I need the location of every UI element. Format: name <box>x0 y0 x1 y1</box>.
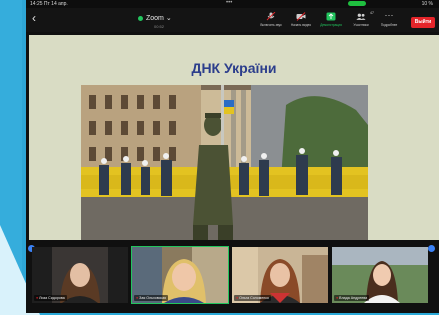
share-button[interactable]: Демонстрация <box>314 12 348 27</box>
mic-muted-icon: ● <box>236 296 239 300</box>
participants-label: Участники <box>353 23 369 27</box>
share-label: Демонстрация <box>320 23 342 27</box>
participant-tile[interactable]: ●Влада Андреева <box>332 247 428 303</box>
back-chevron-icon[interactable]: ‹ <box>32 11 36 25</box>
leave-button[interactable]: Выйти <box>411 17 435 28</box>
more-dots-icon: ··· <box>384 10 394 20</box>
mic-button[interactable]: Включить звук <box>254 12 288 27</box>
shared-screen: ДНК України <box>29 35 439 240</box>
participant-name: ●Влада Андреева <box>334 295 370 301</box>
meeting-title[interactable]: Zoom ⌄ <box>138 14 172 22</box>
participant-strip: ●Лиза Сидорова ●Зая Ольховская ●Ольга Со… <box>26 244 439 313</box>
recording-indicator <box>348 1 366 6</box>
participant-name: ●Лиза Сидорова <box>34 295 67 301</box>
participant-tile[interactable]: ●Лиза Сидорова <box>32 247 128 303</box>
secure-shield-icon <box>138 15 143 21</box>
meeting-toolbar: ‹ Zoom ⌄ 00:52 Включить звук Начать виде… <box>26 8 439 32</box>
participant-tile[interactable]: ●Зая Ольховская <box>131 246 229 304</box>
more-label: Подробнее <box>380 23 398 27</box>
status-time: 14:25 Пт 14 апр. <box>30 1 68 7</box>
parade-photo <box>81 85 368 240</box>
share-screen-icon <box>326 12 336 21</box>
tablet-screen: 14:25 Пт 14 апр. ••• 10 % ‹ Zoom ⌄ 00:52… <box>26 0 439 313</box>
more-button[interactable]: ··· Подробнее <box>372 10 406 28</box>
mic-muted-icon: ● <box>136 296 139 300</box>
meeting-timer: 00:52 <box>154 24 165 29</box>
battery-status: 10 % <box>421 1 433 7</box>
slide-title: ДНК України <box>191 60 277 76</box>
status-bar: 14:25 Пт 14 апр. ••• 10 % <box>26 0 439 8</box>
video-button[interactable]: Начать видео <box>284 12 318 27</box>
mic-muted-icon: ● <box>336 296 339 300</box>
multitask-dots-icon[interactable]: ••• <box>226 0 232 6</box>
video-label: Начать видео <box>290 23 312 27</box>
participant-name-text: Зая Ольховская <box>139 296 167 300</box>
participant-name-text: Лиза Сидорова <box>39 296 65 300</box>
participant-name-text: Влада Андреева <box>339 296 368 300</box>
participant-tile[interactable]: ●Ольга Соломенко <box>232 247 328 303</box>
participant-name: ●Зая Ольховская <box>134 295 169 301</box>
mic-off-icon <box>266 12 276 21</box>
participants-icon <box>356 13 366 20</box>
participant-name: ●Ольга Соломенко <box>234 295 271 301</box>
next-page-icon[interactable] <box>428 245 435 252</box>
mic-muted-icon: ● <box>36 296 39 300</box>
meeting-title-text: Zoom <box>146 15 164 22</box>
mic-label: Включить звук <box>260 23 282 27</box>
camera-off-icon <box>296 12 306 21</box>
participant-name-text: Ольга Соломенко <box>239 296 269 300</box>
